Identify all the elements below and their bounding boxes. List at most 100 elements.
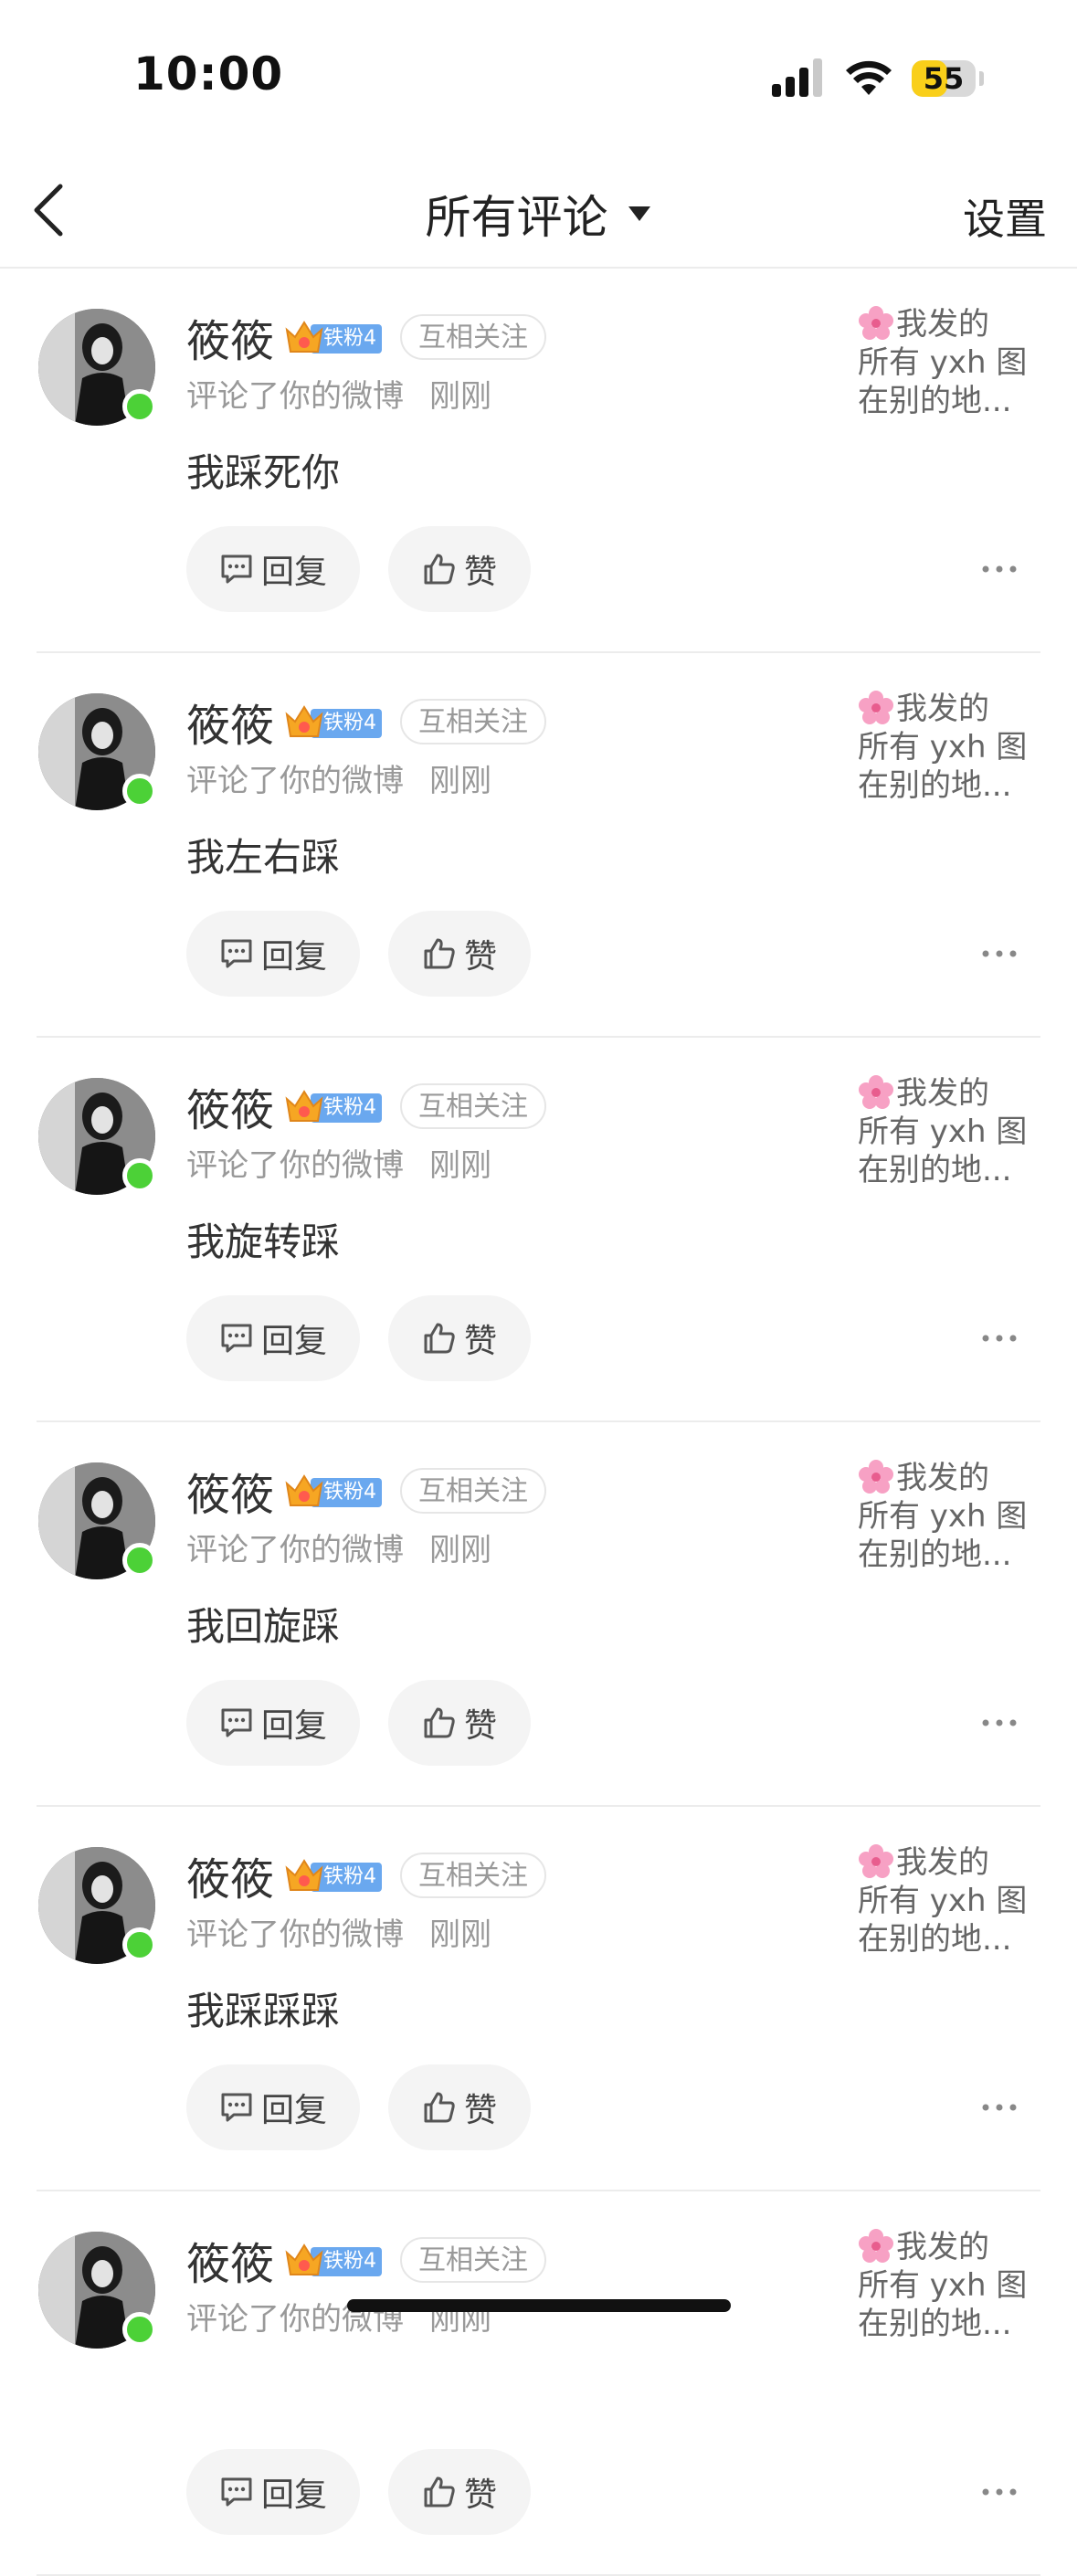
original-post-preview[interactable]: 我发的 所有 yxh 图 在别的地... bbox=[858, 1459, 1031, 1574]
comment-action: 评论了你的微博 bbox=[186, 1916, 404, 1953]
flower-icon bbox=[859, 306, 893, 340]
original-post-preview[interactable]: 我发的 所有 yxh 图 在别的地... bbox=[858, 1074, 1031, 1189]
preview-line-2: 所有 yxh 图 bbox=[858, 1114, 1028, 1150]
original-post-preview[interactable]: 我发的 所有 yxh 图 在别的地... bbox=[858, 1843, 1031, 1958]
avatar[interactable] bbox=[38, 1462, 157, 1579]
comment-time: 刚刚 bbox=[429, 378, 491, 415]
preview-line-3: 在别的地... bbox=[858, 2306, 1012, 2342]
crown-icon bbox=[285, 2243, 323, 2275]
more-icon[interactable] bbox=[977, 940, 1022, 967]
user-name[interactable]: 筱筱 bbox=[186, 1074, 274, 1138]
mutual-follow-tag[interactable]: 互相关注 bbox=[400, 1468, 547, 1514]
comment-action: 评论了你的微博 bbox=[186, 1147, 404, 1184]
more-icon[interactable] bbox=[977, 1709, 1022, 1737]
comment-text: 我踩踩踩 bbox=[186, 1989, 341, 2033]
comment-icon bbox=[221, 1324, 252, 1353]
preview-line-1: 我发的 bbox=[896, 1075, 989, 1112]
like-button[interactable]: 赞 bbox=[388, 1295, 531, 1381]
preview-line-1: 我发的 bbox=[896, 306, 989, 343]
more-icon[interactable] bbox=[977, 1325, 1022, 1352]
fan-badge[interactable]: 铁粉4 bbox=[283, 702, 383, 742]
comment-filter-dropdown[interactable]: 所有评论 bbox=[0, 181, 1077, 247]
comment-item: 筱筱 铁粉4 互相关注 评论了你的微博 刚刚 我回旋踩 回复 赞 我发的 所有 … bbox=[37, 1422, 1040, 1807]
user-name[interactable]: 筱筱 bbox=[186, 690, 274, 754]
comment-icon bbox=[221, 554, 252, 584]
mutual-follow-tag[interactable]: 互相关注 bbox=[400, 2237, 547, 2283]
fan-badge[interactable]: 铁粉4 bbox=[283, 317, 383, 357]
reply-label: 回复 bbox=[260, 2092, 327, 2129]
preview-line-1: 我发的 bbox=[896, 1844, 989, 1881]
reply-button[interactable]: 回复 bbox=[186, 1680, 360, 1766]
wifi-icon bbox=[846, 60, 892, 95]
comment-action: 评论了你的微博 bbox=[186, 763, 404, 799]
comment-item: 筱筱 铁粉4 互相关注 评论了你的微博 刚刚 我踩踩踩 回复 赞 我发的 所有 … bbox=[37, 1807, 1040, 2191]
more-icon[interactable] bbox=[977, 2478, 1022, 2506]
reply-button[interactable]: 回复 bbox=[186, 1295, 360, 1381]
user-name[interactable]: 筱筱 bbox=[186, 2228, 274, 2292]
more-icon[interactable] bbox=[977, 2094, 1022, 2121]
fan-badge[interactable]: 铁粉4 bbox=[283, 2240, 383, 2280]
preview-line: 我发的 bbox=[858, 1074, 1031, 1113]
flower-icon bbox=[859, 691, 893, 724]
online-status-dot bbox=[122, 389, 157, 424]
user-name[interactable]: 筱筱 bbox=[186, 305, 274, 369]
fan-badge[interactable]: 铁粉4 bbox=[283, 1855, 383, 1895]
comment-item: 筱筱 铁粉4 互相关注 评论了你的微博 刚刚 我左右踩 回复 赞 我发的 所有 … bbox=[37, 653, 1040, 1038]
reply-button[interactable]: 回复 bbox=[186, 526, 360, 612]
more-icon[interactable] bbox=[977, 555, 1022, 583]
reply-label: 回复 bbox=[260, 1323, 327, 1360]
crown-icon bbox=[285, 1474, 323, 1506]
reply-label: 回复 bbox=[260, 2476, 327, 2514]
reply-button[interactable]: 回复 bbox=[186, 911, 360, 997]
avatar[interactable] bbox=[38, 2232, 157, 2349]
crown-icon bbox=[285, 1859, 323, 1891]
signal-icon bbox=[772, 58, 822, 97]
preview-line-3: 在别的地... bbox=[858, 767, 1012, 804]
like-label: 赞 bbox=[463, 554, 497, 591]
fan-badge[interactable]: 铁粉4 bbox=[283, 1086, 383, 1126]
like-button[interactable]: 赞 bbox=[388, 2449, 531, 2535]
thumbs-up-icon bbox=[424, 2092, 455, 2123]
mutual-follow-tag[interactable]: 互相关注 bbox=[400, 699, 547, 744]
like-button[interactable]: 赞 bbox=[388, 2064, 531, 2150]
caret-down-icon bbox=[628, 206, 650, 221]
like-button[interactable]: 赞 bbox=[388, 526, 531, 612]
original-post-preview[interactable]: 我发的 所有 yxh 图 在别的地... bbox=[858, 2228, 1031, 2343]
preview-line-2: 所有 yxh 图 bbox=[858, 344, 1028, 381]
preview-line: 我发的 bbox=[858, 2228, 1031, 2266]
preview-line-3: 在别的地... bbox=[858, 1536, 1012, 1573]
user-name[interactable]: 筱筱 bbox=[186, 1459, 274, 1523]
mutual-follow-tag[interactable]: 互相关注 bbox=[400, 314, 547, 360]
crown-icon bbox=[285, 705, 323, 737]
like-label: 赞 bbox=[463, 1707, 497, 1745]
reply-button[interactable]: 回复 bbox=[186, 2064, 360, 2150]
mutual-follow-tag[interactable]: 互相关注 bbox=[400, 1083, 547, 1129]
original-post-preview[interactable]: 我发的 所有 yxh 图 在别的地... bbox=[858, 305, 1031, 420]
fan-badge[interactable]: 铁粉4 bbox=[283, 1471, 383, 1511]
flower-icon bbox=[859, 1460, 893, 1494]
original-post-preview[interactable]: 我发的 所有 yxh 图 在别的地... bbox=[858, 690, 1031, 805]
avatar[interactable] bbox=[38, 309, 157, 426]
comment-item: 筱筱 铁粉4 互相关注 评论了你的微博 刚刚 我踩死你 回复 赞 我发的 所有 … bbox=[37, 269, 1040, 653]
comment-item: 筱筱 铁粉4 互相关注 评论了你的微博 刚刚 回复 赞 我发的 所有 yxh 图… bbox=[37, 2191, 1040, 2576]
mutual-follow-tag[interactable]: 互相关注 bbox=[400, 1853, 547, 1898]
online-status-dot bbox=[122, 1158, 157, 1193]
comment-icon bbox=[221, 2477, 252, 2507]
preview-line: 我发的 bbox=[858, 305, 1031, 343]
avatar[interactable] bbox=[38, 1847, 157, 1964]
avatar[interactable] bbox=[38, 693, 157, 810]
like-button[interactable]: 赞 bbox=[388, 1680, 531, 1766]
crown-icon bbox=[285, 321, 323, 353]
comment-time: 刚刚 bbox=[429, 763, 491, 799]
reply-button[interactable]: 回复 bbox=[186, 2449, 360, 2535]
settings-button[interactable]: 设置 bbox=[963, 186, 1047, 247]
like-label: 赞 bbox=[463, 2476, 497, 2514]
preview-line-1: 我发的 bbox=[896, 691, 989, 727]
battery-indicator: 55 bbox=[912, 60, 976, 97]
thumbs-up-icon bbox=[424, 2476, 455, 2507]
name-row: 筱筱 铁粉4 互相关注 bbox=[186, 690, 547, 754]
like-button[interactable]: 赞 bbox=[388, 911, 531, 997]
comment-text: 我左右踩 bbox=[186, 835, 341, 880]
avatar[interactable] bbox=[38, 1078, 157, 1195]
user-name[interactable]: 筱筱 bbox=[186, 1843, 274, 1907]
